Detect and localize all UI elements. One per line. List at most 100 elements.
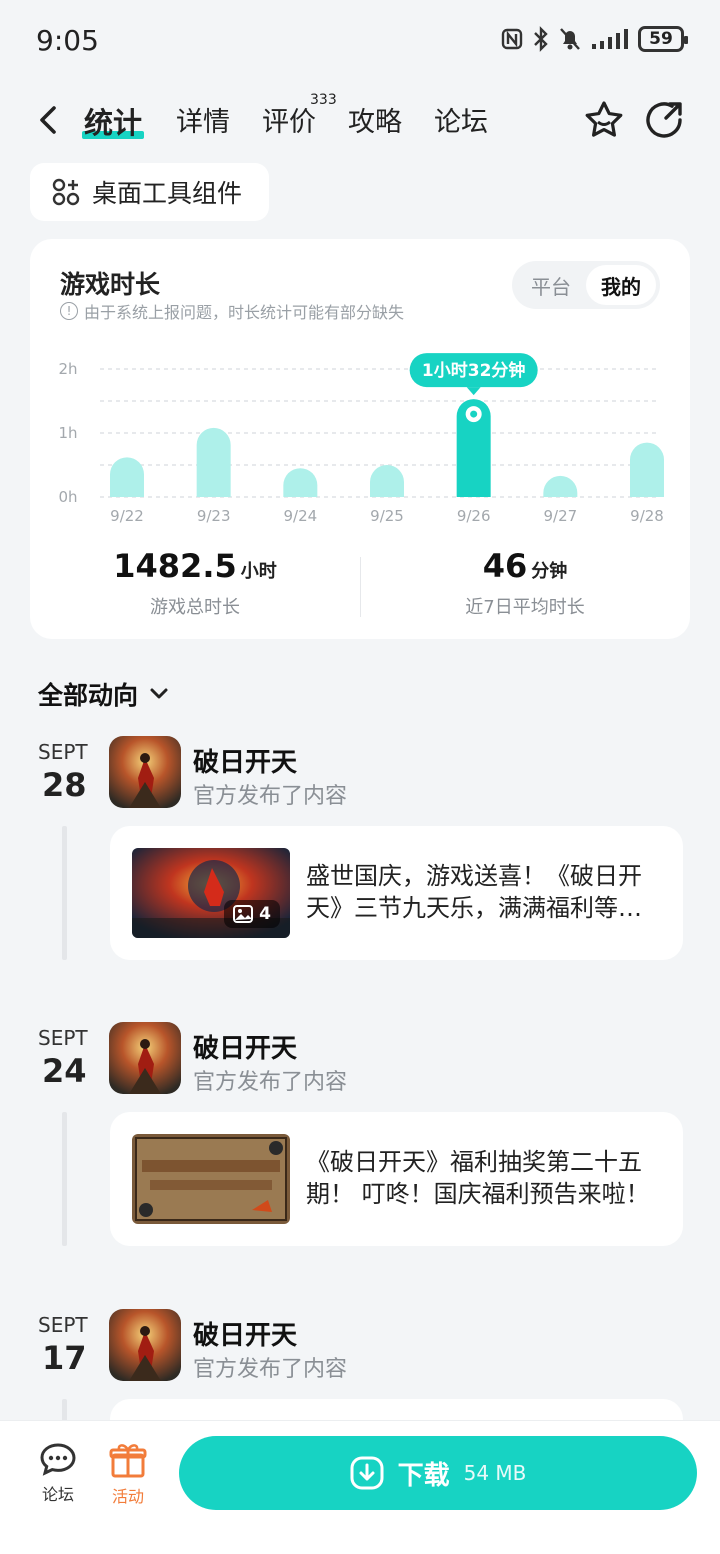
total-playtime-label: 游戏总时长 <box>150 597 240 618</box>
source-toggle: 平台 我的 <box>512 261 660 309</box>
nfc-icon <box>501 28 523 50</box>
playtime-note-text: 由于系统上报问题，时长统计可能有部分缺失 <box>84 303 405 322</box>
post-title: 《破日开天》福利抽奖第二十五期！ 叮咚！国庆福利预告来啦！ <box>306 1148 650 1208</box>
post-subtitle: 官方发布了内容 <box>193 1070 348 1095</box>
feed-date-month: SEPT <box>38 1026 88 1050</box>
tab-details-label: 详情 <box>176 107 230 138</box>
widget-grid-icon <box>52 178 80 206</box>
chevron-down-icon <box>150 688 168 699</box>
tab-guides[interactable]: 攻略 <box>348 100 402 139</box>
chart-x-tick: 9/25 <box>370 507 404 525</box>
chart-y-tick: 2h <box>58 360 77 378</box>
total-playtime: 1482.5 小时 游戏总时长 <box>30 547 360 619</box>
feed-date-day: 17 <box>42 1339 87 1377</box>
forum-button-label: 论坛 <box>41 1485 74 1504</box>
feed-date-month: SEPT <box>38 740 88 764</box>
average-playtime-value: 46 <box>482 547 528 585</box>
post-thumbnail: 4 <box>132 848 290 938</box>
image-count: 4 <box>259 904 271 924</box>
download-icon <box>350 1456 384 1490</box>
tab-reviews[interactable]: 评价 333 <box>262 92 337 139</box>
toggle-mine[interactable]: 我的 <box>586 265 656 305</box>
average-playtime-label: 近7日平均时长 <box>465 597 585 618</box>
feed-filter-dropdown[interactable]: 全部动向 <box>38 676 170 712</box>
chart-x-tick: 9/28 <box>630 507 664 525</box>
game-icon[interactable] <box>109 1022 181 1094</box>
chart-bar <box>630 442 664 497</box>
download-button[interactable]: 下载 54 MB <box>179 1436 697 1510</box>
chart-highlight-dot-center <box>470 410 478 418</box>
chart-x-tick: 9/26 <box>457 507 491 525</box>
battery-indicator: 59 <box>638 26 688 52</box>
average-playtime-unit: 分钟 <box>531 561 568 582</box>
feed-date-day: 24 <box>42 1052 87 1090</box>
feed-filter-label: 全部动向 <box>38 681 139 710</box>
playtime-stats-card: 游戏时长 ! 由于系统上报问题，时长统计可能有部分缺失 平台 我的 0h 1h 2h… <box>30 239 690 639</box>
tab-reviews-label: 评价 <box>262 107 316 138</box>
bottom-action-bar: 论坛 活动 下载 54 MB <box>0 1420 720 1554</box>
download-size: 54 MB <box>463 1461 527 1485</box>
desktop-widget-button[interactable]: 桌面工具组件 <box>30 163 269 221</box>
chart-x-tick: 9/24 <box>283 507 317 525</box>
post-title: 盛世国庆，游戏送喜！《破日开天》三节九天乐，满满福利等你来！ <box>306 862 642 922</box>
chart-x-tick: 9/23 <box>197 507 231 525</box>
game-icon[interactable] <box>109 1309 181 1381</box>
playtime-title: 游戏时长 <box>60 270 161 299</box>
desktop-widget-label: 桌面工具组件 <box>92 179 243 208</box>
playtime-chart: 0h 1h 2h 9/22 9/23 9/24 9/25 9/26 1小时32分钟 9/27 9/2… <box>58 353 664 525</box>
activity-button-label: 活动 <box>111 1487 144 1506</box>
forum-button[interactable]: 论坛 <box>28 1441 88 1505</box>
signal-icon <box>592 29 628 49</box>
tab-details[interactable]: 详情 <box>176 100 230 139</box>
chart-tooltip-label: 1小时32分钟 <box>422 360 526 381</box>
game-icon[interactable] <box>109 736 181 808</box>
image-count-badge: 4 <box>224 900 280 928</box>
info-icon: ! <box>60 302 78 320</box>
chart-bar <box>283 468 318 497</box>
top-nav: 统计 详情 评价 333 攻略 论坛 <box>0 90 720 150</box>
mute-icon <box>560 28 580 50</box>
toggle-platform[interactable]: 平台 <box>516 265 586 305</box>
forum-chat-icon <box>40 1443 76 1476</box>
reviews-count-badge: 333 <box>310 92 337 108</box>
game-name[interactable]: 破日开天 <box>193 742 297 779</box>
tab-forum-label: 论坛 <box>434 107 488 138</box>
tab-stats-label: 统计 <box>84 106 143 140</box>
chart-y-tick: 0h <box>58 488 77 506</box>
share-icon[interactable] <box>642 98 686 142</box>
total-playtime-unit: 小时 <box>240 561 277 582</box>
chart-bar <box>543 475 578 497</box>
chart-bar <box>370 465 404 497</box>
post-subtitle: 官方发布了内容 <box>193 1357 348 1382</box>
chart-x-tick: 9/27 <box>543 507 577 525</box>
status-icons: 59 <box>500 26 688 52</box>
post-card[interactable]: 《破日开天》福利抽奖第二十五期！ 叮咚！国庆福利预告来啦！ <box>110 1112 683 1246</box>
back-icon[interactable] <box>28 100 68 140</box>
status-bar: 9:05 59 <box>0 0 720 84</box>
tab-forum[interactable]: 论坛 <box>434 100 488 139</box>
game-name[interactable]: 破日开天 <box>193 1315 297 1352</box>
chart-bar <box>196 427 231 497</box>
download-label: 下载 <box>397 1460 450 1491</box>
timeline-line <box>62 826 67 960</box>
timeline-line <box>62 1112 67 1246</box>
chart-x-tick: 9/22 <box>110 507 144 525</box>
status-time: 9:05 <box>36 24 99 57</box>
game-name[interactable]: 破日开天 <box>193 1028 297 1065</box>
chart-tooltip-pointer <box>466 387 481 396</box>
playtime-note: ! 由于系统上报问题，时长统计可能有部分缺失 <box>60 299 404 323</box>
tab-stats[interactable]: 统计 <box>82 100 145 142</box>
total-playtime-value: 1482.5 <box>113 547 237 585</box>
bluetooth-icon <box>534 26 548 52</box>
chart-y-tick: 1h <box>58 424 77 442</box>
average-playtime: 46 分钟 近7日平均时长 <box>360 547 690 619</box>
favorite-star-icon[interactable] <box>582 98 626 142</box>
image-icon <box>233 905 254 923</box>
gift-icon <box>109 1444 147 1478</box>
post-card[interactable]: 4 盛世国庆，游戏送喜！《破日开天》三节九天乐，满满福利等你来！ <box>110 826 683 960</box>
feed-date-month: SEPT <box>38 1313 88 1337</box>
chart-bar <box>110 457 144 497</box>
post-thumbnail <box>132 1134 290 1224</box>
activity-button[interactable]: 活动 <box>98 1441 158 1507</box>
feed-date-day: 28 <box>42 766 87 804</box>
